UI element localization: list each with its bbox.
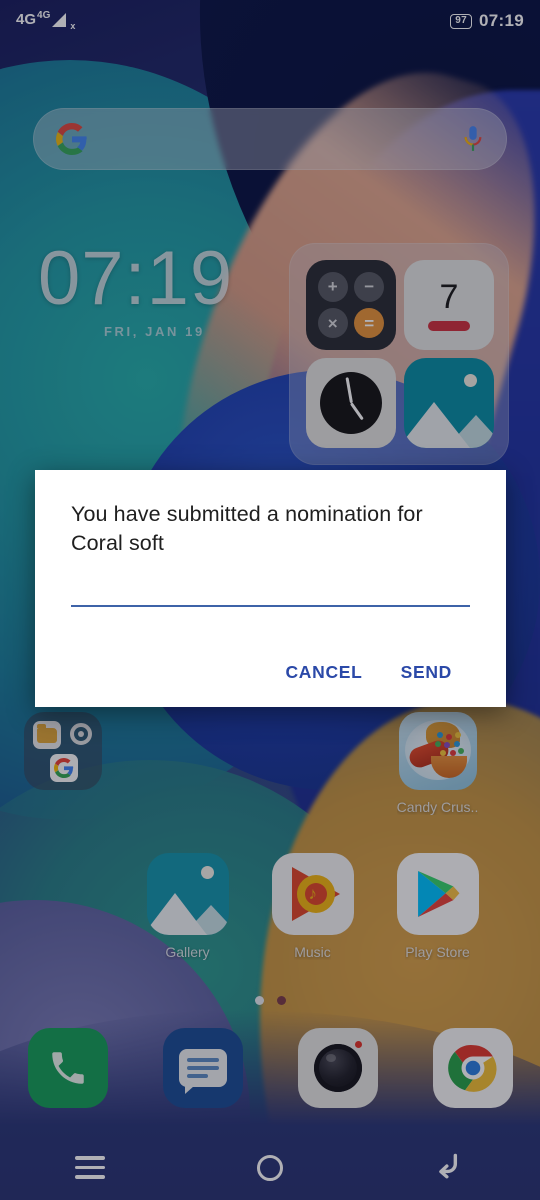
dialog-message: You have submitted a nomination for Cora… bbox=[71, 502, 423, 555]
cancel-button[interactable]: CANCEL bbox=[273, 652, 374, 693]
dialog-actions: CANCEL SEND bbox=[71, 652, 470, 707]
send-button[interactable]: SEND bbox=[389, 652, 464, 693]
phone-screen: 4G 4G x 97 07:19 07:19 FRI, JAN 19 + − ×… bbox=[0, 0, 540, 1200]
dialog-text-input[interactable] bbox=[71, 605, 470, 608]
nomination-dialog: You have submitted a nomination for Cora… bbox=[35, 470, 506, 707]
